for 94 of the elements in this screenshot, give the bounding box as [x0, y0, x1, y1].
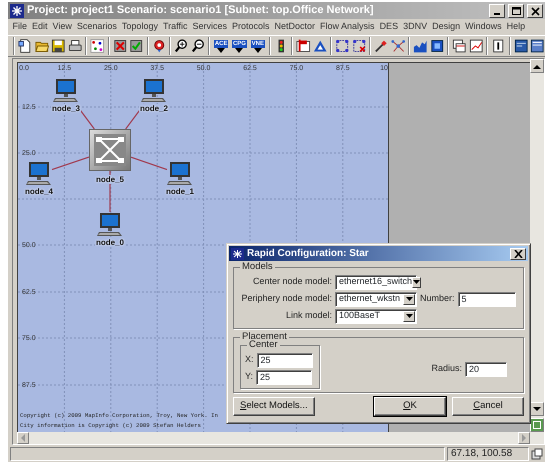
menu-item[interactable]: View	[50, 20, 74, 34]
scroll-down-button[interactable]	[530, 402, 544, 416]
zoom-out-icon[interactable]	[190, 38, 205, 54]
minimize-icon	[494, 12, 500, 14]
field-label: Link model:	[284, 309, 332, 322]
node-label: node_3	[51, 104, 81, 113]
menu-item[interactable]: Protocols	[229, 20, 272, 34]
workstation-icon[interactable]	[97, 212, 123, 238]
dropdown[interactable]: ethernet_wkstn	[335, 292, 417, 306]
dialog-button[interactable]: Select Models...	[233, 397, 315, 416]
wand-icon[interactable]	[374, 38, 389, 54]
node-label: node_5	[94, 175, 125, 184]
down-arrow-icon	[533, 406, 541, 412]
workstation-icon[interactable]	[26, 161, 52, 187]
input-field[interactable]: 25	[256, 352, 313, 368]
maximize-button[interactable]	[508, 4, 524, 18]
dialog-button[interactable]: Cancel	[452, 397, 524, 416]
menu-item[interactable]: Design	[430, 20, 463, 34]
arrow-glyph-icon	[406, 297, 412, 301]
left-arrow-icon	[20, 434, 26, 442]
input-field[interactable]: 25	[256, 370, 312, 384]
node-label: node_4	[24, 187, 54, 196]
save-icon[interactable]	[51, 38, 66, 54]
menu-item[interactable]: Help	[504, 20, 528, 34]
caret-icon[interactable]	[403, 310, 415, 322]
node-label: node_2	[139, 104, 169, 113]
close-icon	[514, 250, 522, 258]
menu-item[interactable]: Traffic	[160, 20, 190, 34]
star-network-icon[interactable]	[390, 38, 406, 54]
delete-icon[interactable]	[112, 38, 127, 54]
line-graph-icon[interactable]	[468, 38, 484, 54]
menu-item[interactable]: Flow Analysis	[318, 20, 378, 34]
menu-item[interactable]: Services	[190, 20, 230, 34]
dropdown[interactable]: 100BaseT	[335, 308, 417, 324]
info-page-icon[interactable]	[491, 38, 506, 54]
node-label: node_0	[95, 238, 125, 247]
stacked-windows-icon[interactable]	[452, 38, 467, 54]
maximize-icon	[510, 4, 522, 16]
triangle-icon[interactable]	[312, 38, 328, 54]
app-icon	[10, 4, 24, 18]
printer-icon[interactable]	[68, 38, 82, 54]
new-document-icon[interactable]	[18, 38, 32, 54]
input-field[interactable]: 5	[458, 292, 516, 306]
node-grid-x-icon[interactable]	[352, 38, 366, 54]
field-label: X:	[245, 353, 254, 366]
field-label: Center node model:	[252, 275, 332, 288]
caret-icon[interactable]	[403, 294, 415, 304]
zoom-in-icon[interactable]	[174, 38, 188, 54]
map-pin-icon[interactable]	[152, 38, 166, 54]
field-label: Radius:	[432, 362, 462, 376]
status-icon	[531, 448, 543, 460]
minimize-button[interactable]	[489, 4, 505, 18]
scattered-dots-icon[interactable]	[90, 38, 104, 54]
check-box-icon[interactable]	[129, 38, 144, 54]
switch-icon[interactable]	[89, 129, 131, 171]
input-field[interactable]: 20	[465, 362, 508, 376]
scroll-right-button[interactable]	[518, 432, 530, 444]
close-button[interactable]	[510, 248, 526, 260]
field-label: Periphery node model:	[240, 292, 332, 306]
dialog-button[interactable]: OK	[374, 397, 446, 416]
menu-item[interactable]: Topology	[119, 20, 160, 34]
map-toggle-button[interactable]	[530, 418, 544, 432]
square-icon	[533, 421, 541, 429]
arrow-glyph-icon	[406, 314, 412, 318]
menu-item[interactable]: NetDoctor	[272, 20, 318, 34]
menu-item[interactable]: Scenarios	[74, 20, 120, 34]
workstation-icon[interactable]	[167, 161, 193, 187]
dialog-title: Rapid Configuration: Star	[247, 247, 370, 261]
field-label: Number:	[420, 292, 455, 306]
field-label: Y:	[245, 370, 254, 384]
window-title: Project: project1 Scenario: scenario1 [Subnet: top.Office Network]	[27, 3, 375, 18]
scroll-left-button[interactable]	[17, 432, 29, 444]
square-panel-icon[interactable]	[430, 38, 444, 54]
close-button[interactable]	[527, 4, 543, 18]
flag-grid-icon[interactable]	[296, 38, 311, 54]
app-icon	[231, 248, 244, 260]
document-list-icon[interactable]	[514, 38, 528, 54]
menu-item[interactable]: 3DNV	[400, 20, 430, 34]
coordinates-readout: 67.18, 100.58	[447, 446, 529, 460]
workstation-icon[interactable]	[53, 78, 79, 104]
node-grid-icon[interactable]	[335, 38, 350, 54]
menu-item[interactable]: Windows	[462, 20, 504, 34]
caret-icon[interactable]	[412, 276, 422, 288]
menu-item[interactable]: DES	[377, 20, 401, 34]
workstation-icon[interactable]	[141, 78, 167, 104]
close-icon	[528, 4, 542, 16]
menu-item[interactable]: Edit	[30, 20, 50, 34]
menu-item[interactable]: File	[10, 20, 30, 34]
scroll-up-button[interactable]	[530, 59, 544, 73]
arrow-glyph-icon	[413, 280, 420, 284]
up-arrow-icon	[533, 64, 541, 68]
right-arrow-icon	[521, 434, 527, 442]
node-label: node_1	[165, 187, 195, 196]
sheet-icon[interactable]	[530, 38, 545, 54]
